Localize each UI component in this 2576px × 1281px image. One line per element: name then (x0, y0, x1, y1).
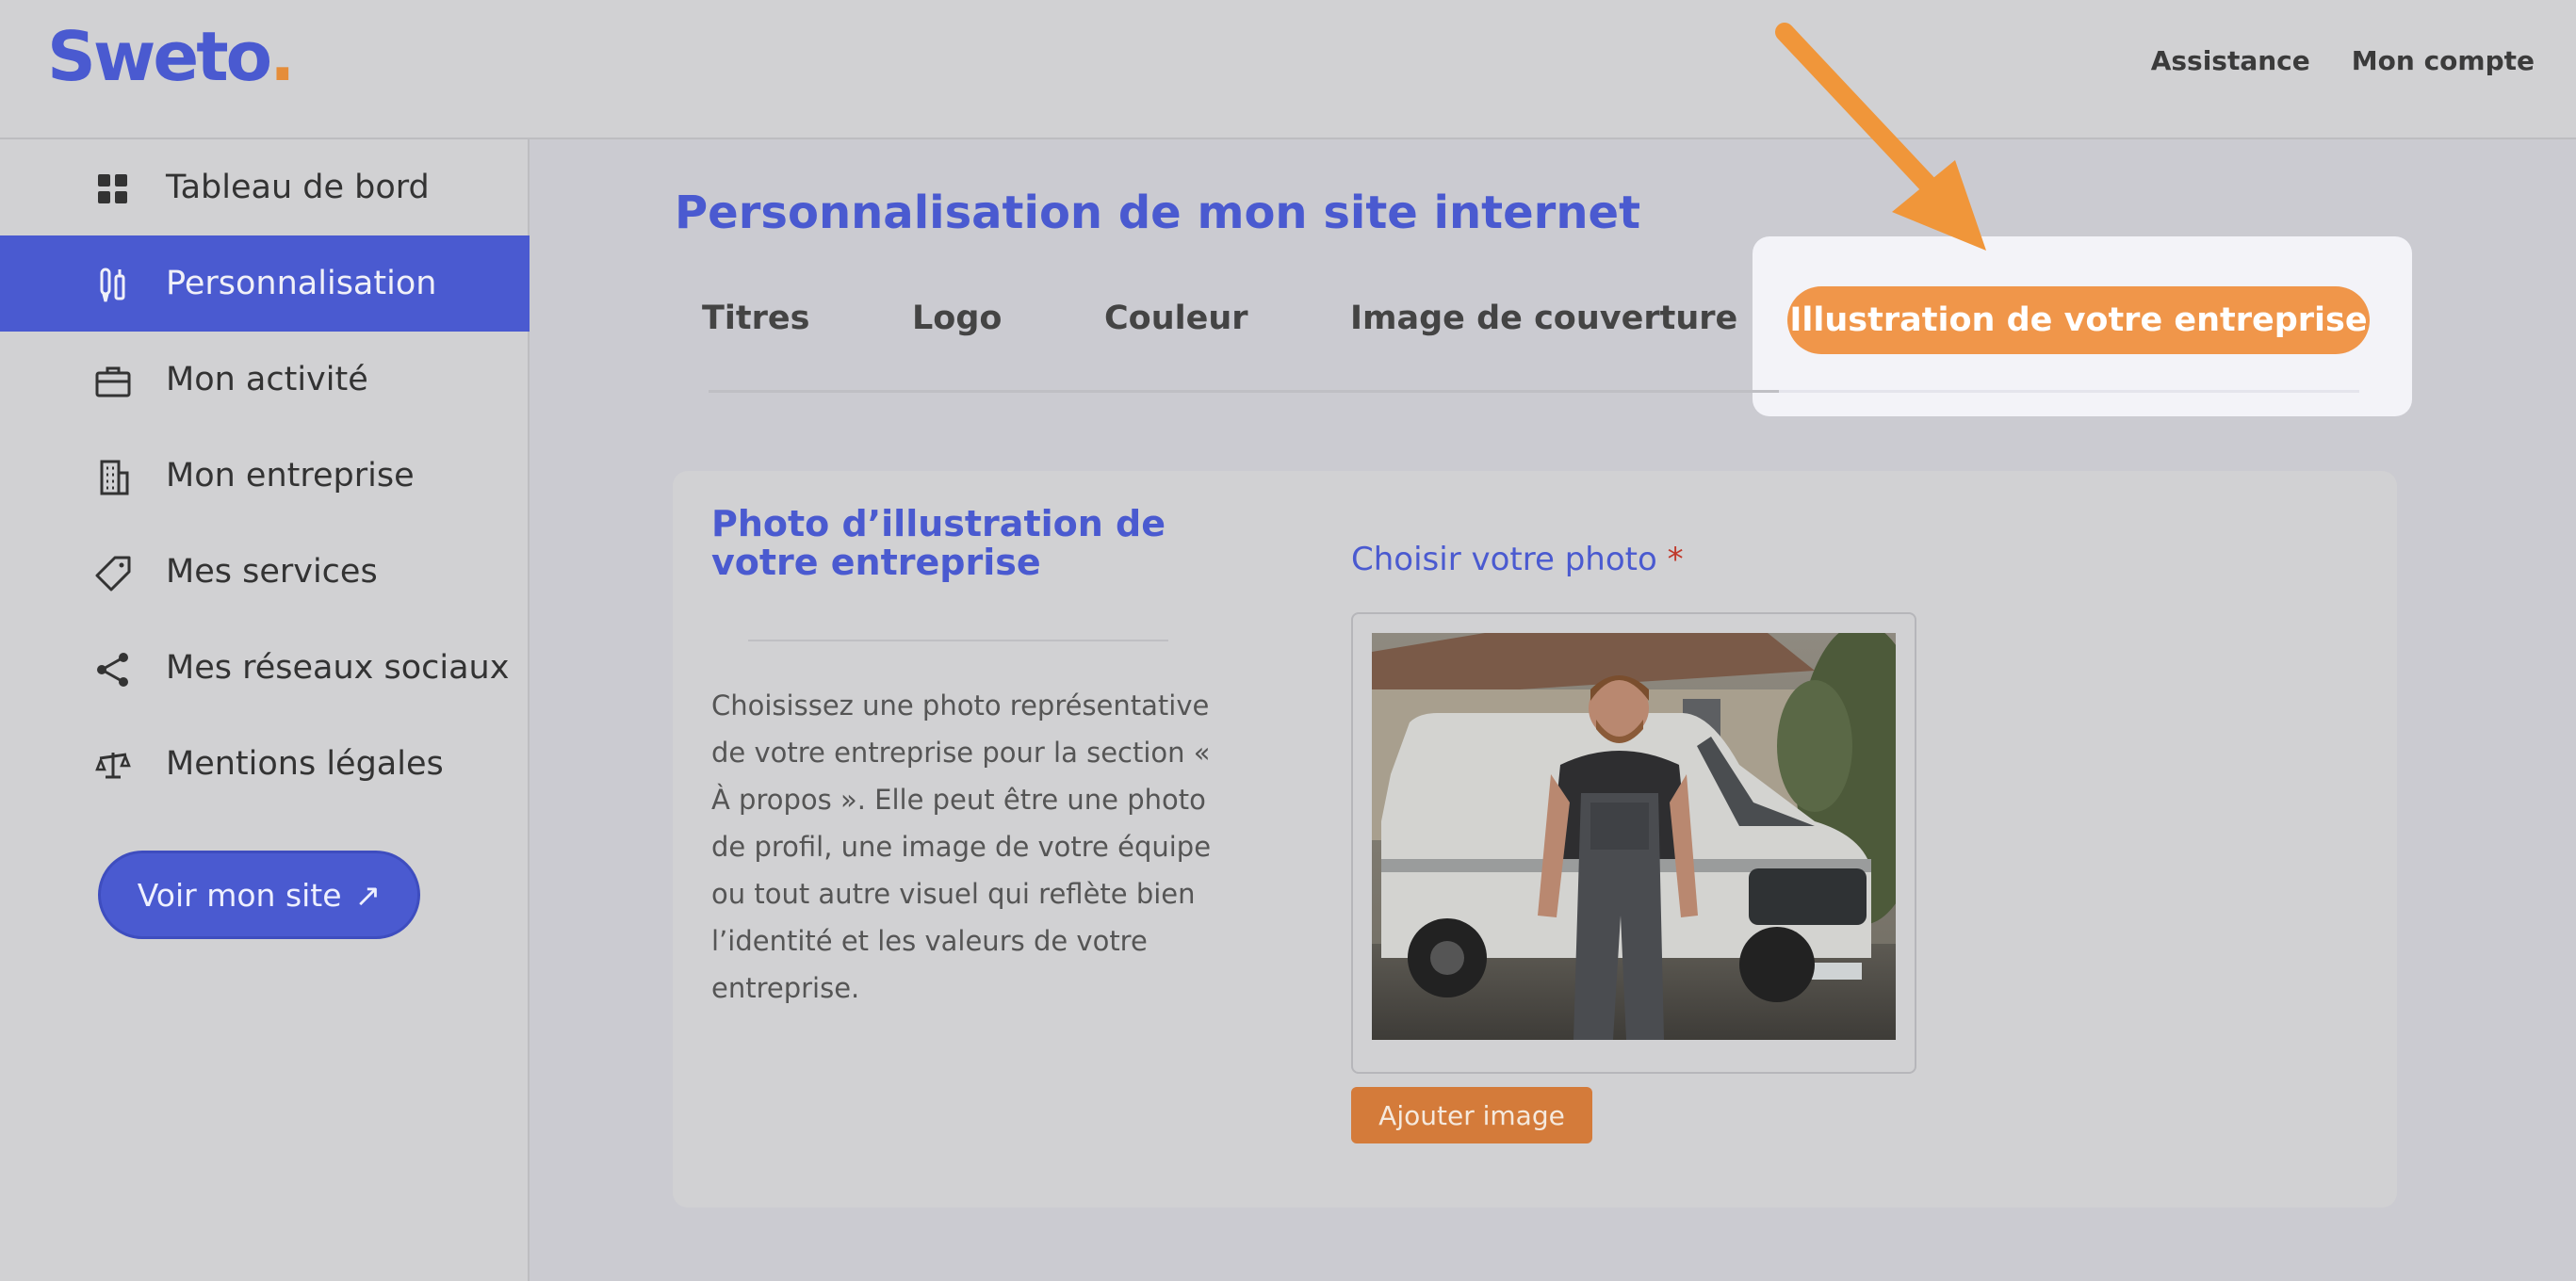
required-mark: * (1667, 541, 1684, 578)
scales-icon (95, 753, 131, 779)
pointer-arrow-icon (1775, 23, 1986, 251)
page-title: Personnalisation de mon site internet (675, 186, 1641, 239)
add-image-button[interactable]: Ajouter image (1351, 1087, 1592, 1143)
view-site-button[interactable]: Voir mon site ↗ (98, 851, 420, 939)
grid-icon (98, 174, 127, 203)
photo-illustration-image (1372, 633, 1896, 1040)
sidebar-item-activite[interactable]: Mon activité (0, 332, 530, 428)
building-icon (100, 460, 129, 495)
brushes-icon (100, 268, 125, 302)
sidebar-item-label: Mon entreprise (166, 457, 415, 495)
sidebar-item-label: Mes réseaux sociaux (166, 649, 510, 687)
top-nav: Assistance Mon compte (2151, 45, 2535, 76)
tab-image-couverture[interactable]: Image de couverture (1350, 300, 1737, 337)
photo-field-label: Choisir votre photo * (1351, 541, 1684, 578)
sidebar-item-label: Personnalisation (166, 265, 437, 302)
share-icon (97, 653, 128, 687)
tab-logo[interactable]: Logo (912, 300, 1002, 337)
sidebar-item-services[interactable]: Mes services (0, 524, 530, 620)
briefcase-icon (95, 366, 131, 397)
sidebar: Tableau de bord Personnalisation Mon act… (0, 139, 530, 1281)
sweto-logo[interactable]: Sweto. (47, 17, 295, 96)
tabs-underline-highlight (1779, 390, 2359, 393)
sidebar-item-entreprise[interactable]: Mon entreprise (0, 428, 530, 524)
tab-couleur[interactable]: Couleur (1104, 300, 1248, 337)
card-title: Photo d’illustration de votre entreprise (711, 503, 1166, 583)
sidebar-item-label: Mes services (166, 553, 378, 591)
tab-illustration[interactable]: Illustration de votre entreprise (1787, 286, 2370, 354)
photo-field-text: Choisir votre photo (1351, 541, 1657, 578)
account-link[interactable]: Mon compte (2352, 45, 2535, 76)
sidebar-item-label: Mon activité (166, 361, 368, 398)
external-link-icon: ↗ (354, 876, 382, 914)
photo-preview (1372, 633, 1896, 1040)
sidebar-item-label: Tableau de bord (166, 169, 430, 206)
card-description: Choisissez une photo représentative de v… (711, 689, 1212, 1004)
tab-titres[interactable]: Titres (702, 300, 809, 337)
view-site-label: Voir mon site (137, 876, 342, 914)
assistance-link[interactable]: Assistance (2151, 45, 2310, 76)
sidebar-item-personnalisation[interactable]: Personnalisation (0, 235, 530, 332)
sidebar-item-mentions[interactable]: Mentions légales (0, 716, 530, 812)
sidebar-item-dashboard[interactable]: Tableau de bord (0, 139, 530, 235)
sidebar-item-reseaux[interactable]: Mes réseaux sociaux (0, 620, 530, 716)
card-divider (748, 640, 1168, 641)
top-bar: Sweto. Assistance Mon compte (0, 0, 2576, 139)
sidebar-item-label: Mentions légales (166, 745, 444, 783)
tag-icon (95, 556, 131, 592)
